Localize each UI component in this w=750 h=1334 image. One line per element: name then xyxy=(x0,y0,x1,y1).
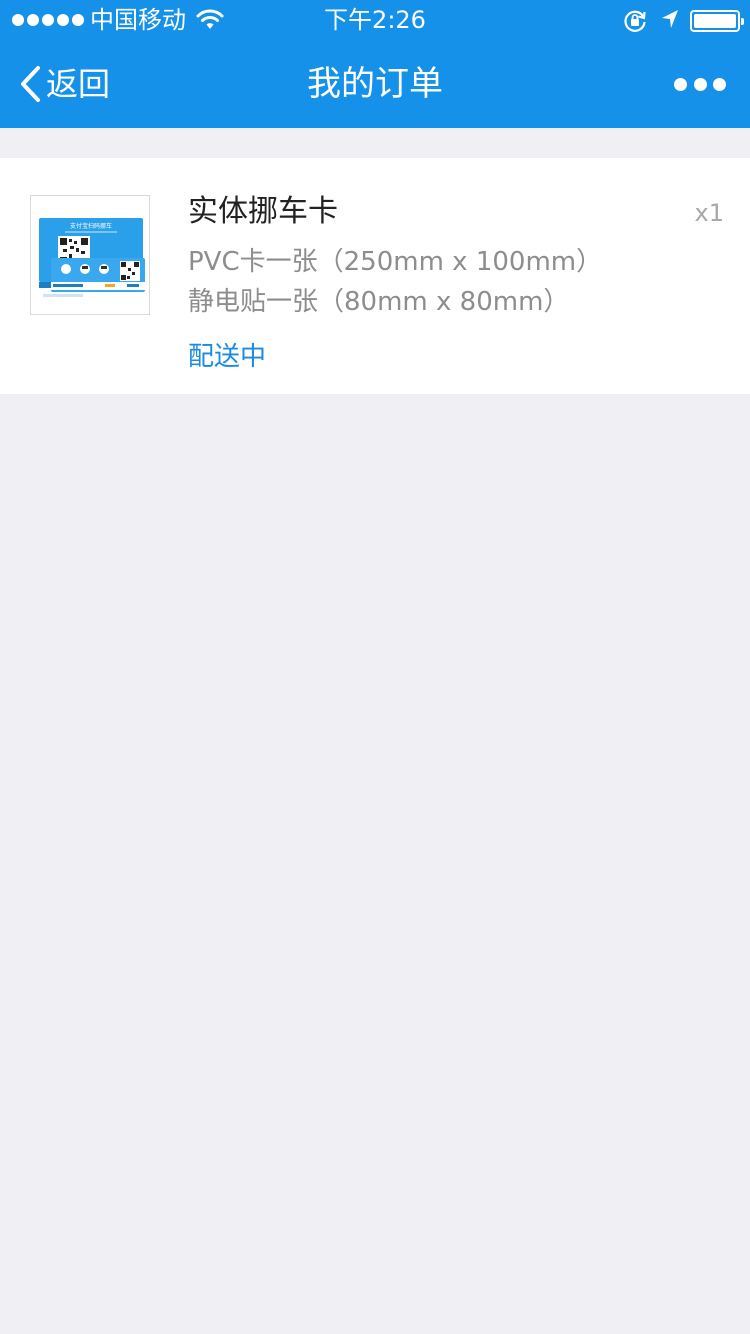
thumbnail-card-title: 支付宝扫码挪车 xyxy=(70,222,112,230)
product-name: 实体挪车卡 xyxy=(188,194,338,229)
more-options-button[interactable] xyxy=(674,72,726,96)
order-item[interactable]: 支付宝扫码挪车 实体挪车卡 x1 PVC卡一张（250mm x 100mm） 静… xyxy=(0,158,750,394)
product-thumbnail: 支付宝扫码挪车 xyxy=(30,195,150,315)
battery-icon xyxy=(690,10,744,32)
app-header: 中国移动 下午2:26 返回 我的订单 xyxy=(0,0,750,128)
spec-line: 静电贴一张（80mm x 80mm） xyxy=(188,287,570,317)
order-status: 配送中 xyxy=(188,342,267,372)
status-bar: 中国移动 下午2:26 xyxy=(0,0,750,40)
page-title: 我的订单 xyxy=(307,64,443,104)
rotation-lock-icon xyxy=(622,8,648,40)
spec-line: PVC卡一张（250mm x 100mm） xyxy=(188,247,603,277)
location-arrow-icon xyxy=(660,8,680,36)
quantity-label: x1 xyxy=(694,199,724,227)
